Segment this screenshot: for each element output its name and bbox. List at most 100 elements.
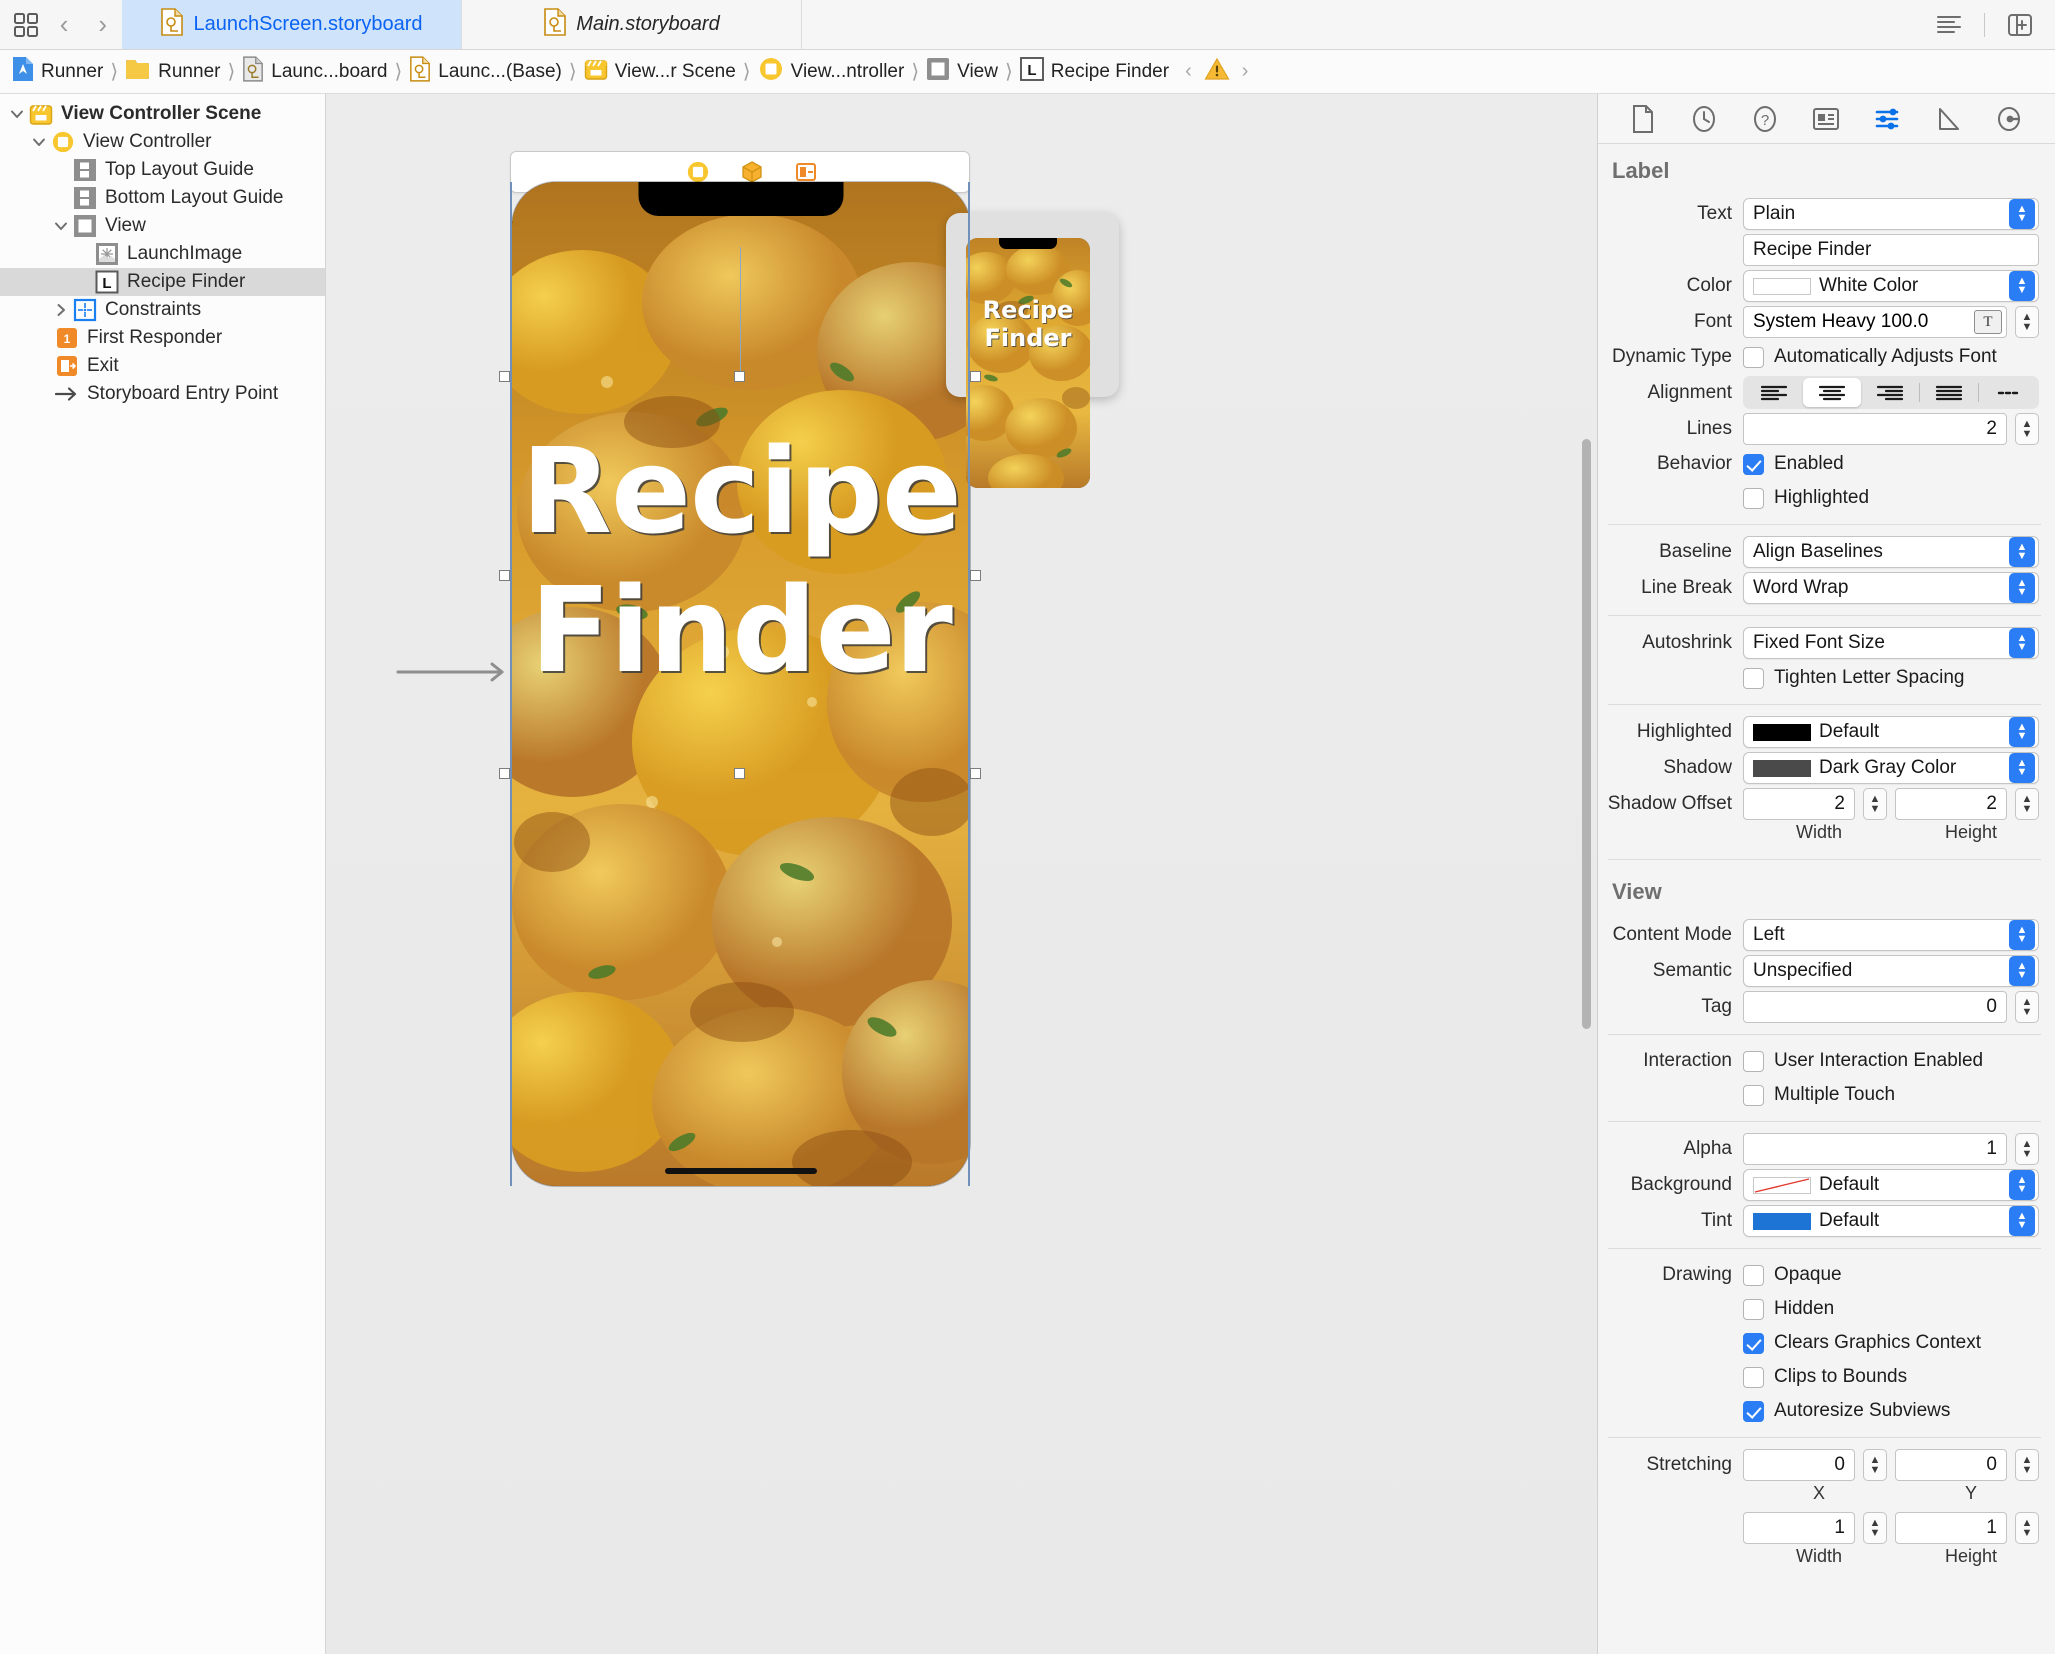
text-color-popup[interactable]: White Color ▲ ▼ [1743,270,2039,302]
baseline-popup[interactable]: Align Baselines ▲ ▼ [1743,536,2039,568]
font-size-stepper[interactable]: ▲ ▼ [2015,306,2039,338]
outline-row-view[interactable]: View [0,212,325,240]
quick-help-icon[interactable]: ? [1746,100,1784,138]
tighten-letter-spacing-checkbox[interactable] [1743,667,1764,689]
clips-to-bounds-checkbox[interactable] [1743,1366,1764,1388]
shadow-offset-height-stepper[interactable]: ▲ ▼ [2015,788,2039,820]
breadcrumb-item-view[interactable]: View [924,57,1000,87]
enabled-checkbox[interactable] [1743,453,1764,475]
stretching-height-input[interactable]: 1 [1895,1512,2007,1544]
chevron-updown-icon[interactable]: ▲ ▼ [2009,956,2035,986]
resize-handle-bottom-left[interactable] [499,768,510,779]
chevron-updown-icon[interactable]: ▲ ▼ [2009,1170,2035,1200]
outline-row-view-controller[interactable]: View Controller [0,128,325,156]
identity-inspector-icon[interactable] [1807,100,1845,138]
automatically-adjusts-font-checkbox-row[interactable]: Automatically Adjusts Font [1743,346,1997,368]
panel-toggle-icon[interactable] [2003,8,2037,42]
automatically-adjusts-font-checkbox[interactable] [1743,346,1764,368]
lines-icon[interactable] [1932,8,1966,42]
back-arrow-icon[interactable]: ‹ [45,6,84,44]
font-field[interactable]: System Heavy 100.0 T [1743,306,2007,338]
chevron-updown-icon[interactable]: ▲ ▼ [2009,573,2035,603]
highlighted-checkbox[interactable] [1743,487,1764,509]
multiple-touch-row[interactable]: Multiple Touch [1743,1084,1895,1106]
align-right-icon[interactable] [1861,378,1919,407]
clips-to-bounds-row[interactable]: Clips to Bounds [1743,1366,1907,1388]
clears-graphics-context-checkbox[interactable] [1743,1332,1764,1354]
hidden-checkbox[interactable] [1743,1298,1764,1320]
preview-overlay-panel[interactable]: Recipe Finder [946,213,1119,488]
history-inspector-icon[interactable] [1685,100,1723,138]
outline-row-exit[interactable]: Exit [0,352,325,380]
outline-row-first-responder[interactable]: 1 First Responder [0,324,325,352]
shadow-color-popup[interactable]: Dark Gray Color ▲ ▼ [1743,752,2039,784]
label-selection-frame[interactable] [499,371,981,779]
opaque-checkbox[interactable] [1743,1264,1764,1286]
resize-handle-middle-right[interactable] [970,570,981,581]
attributes-inspector-icon[interactable] [1869,100,1907,138]
autoshrink-popup[interactable]: Fixed Font Size ▲ ▼ [1743,627,2039,659]
disclosure-right-icon[interactable] [50,303,72,317]
stretching-x-stepper[interactable]: ▲ ▼ [1863,1449,1887,1481]
label-text-input[interactable]: Recipe Finder [1743,234,2039,266]
stretching-height-stepper[interactable]: ▲ ▼ [2015,1512,2039,1544]
outline-row-storyboard-entry-point[interactable]: Storyboard Entry Point [0,380,325,408]
highlighted-color-popup[interactable]: Default ▲ ▼ [1743,716,2039,748]
autoresize-subviews-row[interactable]: Autoresize Subviews [1743,1400,1950,1422]
align-natural-icon[interactable] [1979,378,2037,407]
breadcrumb-item-runner-project[interactable]: Runner [10,56,105,88]
tighten-letter-spacing-row[interactable]: Tighten Letter Spacing [1743,667,1964,689]
resize-handle-bottom-right[interactable] [970,768,981,779]
background-color-popup[interactable]: Default ▲ ▼ [1743,1169,2039,1201]
font-picker-icon[interactable]: T [1974,310,2002,334]
stretching-width-stepper[interactable]: ▲ ▼ [1863,1512,1887,1544]
alpha-stepper[interactable]: ▲ ▼ [2015,1133,2039,1165]
align-justified-icon[interactable] [1920,378,1978,407]
outline-row-constraints[interactable]: Constraints [0,296,325,324]
breadcrumb-item-view-controller-scene[interactable]: View...r Scene [582,57,738,87]
alpha-input[interactable]: 1 [1743,1133,2007,1165]
issue-prev-icon[interactable]: ‹ [1185,60,1192,83]
cube-icon[interactable] [740,160,764,184]
line-break-popup[interactable]: Word Wrap ▲ ▼ [1743,572,2039,604]
shadow-offset-height-input[interactable]: 2 [1895,788,2007,820]
breadcrumb-item-recipe-finder[interactable]: L Recipe Finder [1018,56,1171,87]
chevron-updown-icon[interactable]: ▲ ▼ [2009,1206,2035,1236]
autoresize-subviews-checkbox[interactable] [1743,1400,1764,1422]
breadcrumb-item-launchscreen-base[interactable]: Launc...(Base) [407,55,564,88]
tint-color-popup[interactable]: Default ▲ ▼ [1743,1205,2039,1237]
forward-arrow-icon[interactable]: › [83,6,122,44]
tab-launchscreen-storyboard[interactable]: LaunchScreen.storyboard [122,0,462,49]
align-center-icon[interactable] [1803,378,1861,407]
outline-row-bottom-layout-guide[interactable]: Bottom Layout Guide [0,184,325,212]
chevron-updown-icon[interactable]: ▲ ▼ [2009,537,2035,567]
chevron-updown-icon[interactable]: ▲ ▼ [2009,628,2035,658]
disclosure-down-icon[interactable] [50,219,72,233]
lines-stepper[interactable]: ▲ ▼ [2015,413,2039,445]
clears-graphics-context-row[interactable]: Clears Graphics Context [1743,1332,1981,1354]
outline-row-view-controller-scene[interactable]: View Controller Scene [0,100,325,128]
tag-stepper[interactable]: ▲ ▼ [2015,991,2039,1023]
resize-handle-top-center[interactable] [734,371,745,382]
outline-row-launchimage[interactable]: LaunchImage [0,240,325,268]
resize-handle-middle-left[interactable] [499,570,510,581]
stretching-y-input[interactable]: 0 [1895,1449,2007,1481]
text-type-popup[interactable]: Plain ▲ ▼ [1743,198,2039,230]
canvas-vertical-scrollbar[interactable] [1582,439,1591,1029]
semantic-popup[interactable]: Unspecified ▲ ▼ [1743,955,2039,987]
size-inspector-icon[interactable] [1930,100,1968,138]
multiple-touch-checkbox[interactable] [1743,1084,1764,1106]
disclosure-down-icon[interactable] [28,135,50,149]
disclosure-down-icon[interactable] [6,107,28,121]
tag-input[interactable]: 0 [1743,991,2007,1023]
first-responder-small-icon[interactable] [794,160,818,184]
chevron-updown-icon[interactable]: ▲ ▼ [2009,271,2035,301]
align-left-icon[interactable] [1745,378,1803,407]
breadcrumb-item-view-controller[interactable]: View...ntroller [756,56,907,88]
warning-icon[interactable] [1204,57,1230,87]
alignment-segmented-control[interactable] [1743,376,2039,409]
connections-inspector-icon[interactable] [1991,100,2029,138]
breadcrumb-item-launchscreen-file[interactable]: Launc...board [240,55,389,88]
tab-main-storyboard[interactable]: Main.storyboard [462,0,802,49]
outline-row-recipe-finder[interactable]: L Recipe Finder [0,268,325,296]
